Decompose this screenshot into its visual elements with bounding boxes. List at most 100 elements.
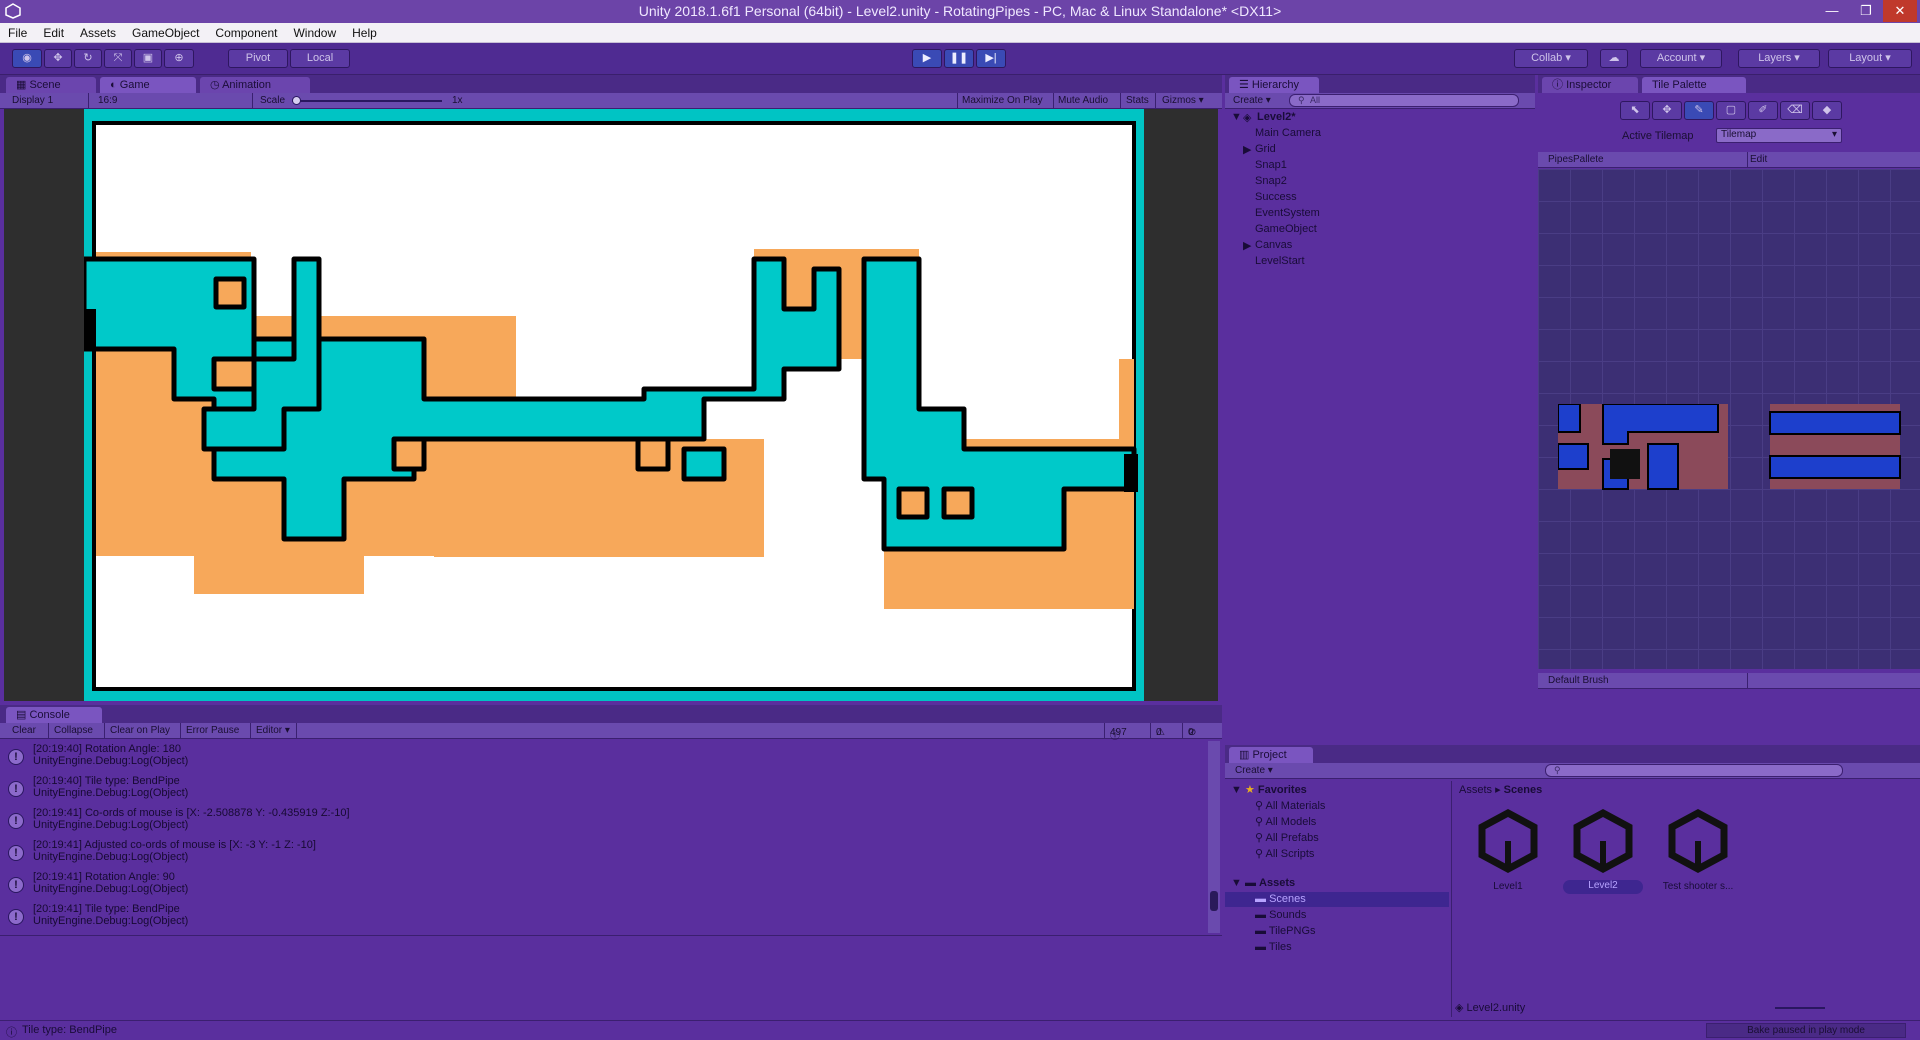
- hierarchy-item[interactable]: Canvas: [1255, 239, 1292, 251]
- move-tile-button[interactable]: ✥: [1652, 101, 1682, 120]
- hierarchy-item[interactable]: Grid: [1255, 143, 1276, 155]
- collab-button[interactable]: Collab ▾: [1514, 49, 1588, 68]
- menu-file[interactable]: File: [0, 23, 35, 40]
- cloud-button[interactable]: ☁: [1600, 49, 1628, 68]
- assets-row[interactable]: ▼ ▬ Assets: [1231, 877, 1295, 889]
- tab-animation[interactable]: ◷ Animation: [200, 77, 310, 93]
- picker-tool-button[interactable]: ✐: [1748, 101, 1778, 120]
- layout-dropdown[interactable]: Layout ▾: [1828, 49, 1912, 68]
- asset-file[interactable]: Test shooter s...: [1653, 809, 1743, 899]
- maximize-on-play-toggle[interactable]: Maximize On Play: [962, 95, 1043, 106]
- console-entry[interactable]: ! [20:19:40] Rotation Angle: 180 UnityEngi…: [0, 741, 1220, 773]
- hierarchy-item[interactable]: GameObject: [1255, 223, 1317, 235]
- folder-item[interactable]: ▬ Tiles: [1255, 941, 1292, 953]
- menu-help[interactable]: Help: [344, 23, 385, 40]
- console-entry[interactable]: ! [20:19:41] Rotation Angle: 90 UnityEngin…: [0, 869, 1220, 901]
- paint-tool-button[interactable]: ✎: [1684, 101, 1714, 120]
- tab-scene[interactable]: ▦ Scene: [6, 77, 96, 93]
- box-fill-button[interactable]: ▢: [1716, 101, 1746, 120]
- hierarchy-item[interactable]: LevelStart: [1255, 255, 1305, 267]
- folder-item[interactable]: ▬ TilePNGs: [1255, 925, 1316, 937]
- hierarchy-item[interactable]: EventSystem: [1255, 207, 1320, 219]
- console-entry[interactable]: ! [20:19:41] Adjusted co-ords of mouse is…: [0, 837, 1220, 869]
- fill-tool-button[interactable]: ◆: [1812, 101, 1842, 120]
- console-editor-dropdown[interactable]: Editor ▾: [256, 725, 290, 736]
- account-dropdown[interactable]: Account ▾: [1640, 49, 1722, 68]
- transform-tool-button[interactable]: ⊕: [164, 49, 194, 68]
- active-tilemap-dropdown[interactable]: Tilemap ▾: [1716, 128, 1842, 143]
- menu-window[interactable]: Window: [285, 23, 344, 40]
- console-entry[interactable]: ! [20:19:40] Tile type: BendPipe UnityEngi…: [0, 773, 1220, 805]
- console-clear-button[interactable]: Clear: [12, 725, 36, 736]
- asset-file-selected[interactable]: Level2: [1563, 809, 1643, 899]
- icon-size-slider[interactable]: [1775, 1007, 1825, 1009]
- project-create-button[interactable]: Create ▾: [1235, 765, 1273, 776]
- hierarchy-item[interactable]: Success: [1255, 191, 1297, 203]
- hierarchy-search-input[interactable]: ⚲ All: [1289, 94, 1519, 107]
- hierarchy-item[interactable]: Main Camera: [1255, 127, 1321, 139]
- status-message[interactable]: Tile type: BendPipe: [22, 1024, 117, 1036]
- palette-dropdown[interactable]: PipesPallete: [1548, 154, 1604, 165]
- favorites-row[interactable]: ▼ ★ Favorites: [1231, 783, 1307, 796]
- step-button[interactable]: ▶|: [976, 49, 1006, 68]
- console-scrollbar[interactable]: [1208, 741, 1220, 933]
- local-toggle[interactable]: Local: [290, 49, 350, 68]
- tab-project[interactable]: ▥ Project: [1229, 747, 1313, 763]
- scale-slider[interactable]: [292, 100, 442, 102]
- maximize-button[interactable]: ❐: [1849, 0, 1883, 22]
- expand-arrow-icon[interactable]: ▶: [1243, 239, 1251, 252]
- pause-button[interactable]: ❚❚: [944, 49, 974, 68]
- scale-slider-handle[interactable]: [292, 96, 301, 105]
- console-clear-on-play-toggle[interactable]: Clear on Play: [110, 725, 170, 736]
- palette-edit-button[interactable]: Edit: [1750, 154, 1767, 165]
- select-tool-button[interactable]: ⬉: [1620, 101, 1650, 120]
- breadcrumb-item[interactable]: Assets: [1459, 784, 1492, 796]
- gizmos-dropdown[interactable]: Gizmos ▾: [1162, 95, 1204, 106]
- console-scroll-thumb[interactable]: [1210, 891, 1218, 911]
- aspect-dropdown[interactable]: 16:9: [98, 95, 117, 106]
- tab-game[interactable]: ◐ Game: [100, 77, 196, 93]
- console-error-pause-toggle[interactable]: Error Pause: [186, 725, 239, 736]
- eraser-tool-button[interactable]: ⌫: [1780, 101, 1810, 120]
- favorite-item[interactable]: ⚲ All Prefabs: [1255, 831, 1319, 844]
- menu-edit[interactable]: Edit: [35, 23, 72, 40]
- project-splitter[interactable]: [1451, 781, 1452, 1017]
- menu-assets[interactable]: Assets: [72, 23, 124, 40]
- favorite-item[interactable]: ⚲ All Scripts: [1255, 847, 1314, 860]
- stats-toggle[interactable]: Stats: [1126, 95, 1149, 106]
- folder-item[interactable]: ▬ Scenes: [1255, 893, 1306, 905]
- layers-dropdown[interactable]: Layers ▾: [1738, 49, 1820, 68]
- expand-arrow-icon[interactable]: ▶: [1243, 143, 1251, 156]
- console-collapse-button[interactable]: Collapse: [54, 725, 93, 736]
- console-entry[interactable]: ! [20:19:41] Tile type: BendPipe UnityEngi…: [0, 901, 1220, 933]
- tab-tile-palette[interactable]: Tile Palette: [1642, 77, 1746, 93]
- mute-audio-toggle[interactable]: Mute Audio: [1058, 95, 1108, 106]
- rotate-tool-button[interactable]: ↻: [74, 49, 102, 68]
- hierarchy-create-button[interactable]: Create ▾: [1233, 95, 1271, 106]
- view-tool-button[interactable]: ◉: [12, 49, 42, 68]
- menu-component[interactable]: Component: [207, 23, 285, 40]
- folder-item[interactable]: ▬ Sounds: [1255, 909, 1306, 921]
- rect-tool-button[interactable]: ▣: [134, 49, 162, 68]
- display-dropdown[interactable]: Display 1: [12, 95, 53, 106]
- tab-hierarchy[interactable]: ☰ Hierarchy: [1229, 77, 1319, 93]
- palette-grid[interactable]: [1538, 169, 1920, 669]
- console-entry[interactable]: ! [20:19:41] Co-ords of mouse is [X: -2.5…: [0, 805, 1220, 837]
- close-button[interactable]: ✕: [1883, 0, 1917, 22]
- favorite-item[interactable]: ⚲ All Models: [1255, 815, 1316, 828]
- favorite-item[interactable]: ⚲ All Materials: [1255, 799, 1325, 812]
- tab-inspector[interactable]: ⓘ Inspector: [1542, 77, 1638, 93]
- tab-console[interactable]: ▤ Console: [6, 707, 102, 723]
- project-search-input[interactable]: ⚲: [1545, 764, 1843, 777]
- asset-file[interactable]: Level1: [1473, 809, 1543, 899]
- breadcrumb-item[interactable]: Scenes: [1504, 784, 1543, 796]
- game-viewport[interactable]: [4, 109, 1218, 701]
- hierarchy-item[interactable]: Snap1: [1255, 159, 1287, 171]
- brush-dropdown[interactable]: Default Brush: [1548, 675, 1609, 686]
- scale-tool-button[interactable]: ⤧: [104, 49, 132, 68]
- pivot-toggle[interactable]: Pivot: [228, 49, 288, 68]
- menu-gameobject[interactable]: GameObject: [124, 23, 207, 40]
- minimize-button[interactable]: —: [1815, 0, 1849, 22]
- hierarchy-item[interactable]: Snap2: [1255, 175, 1287, 187]
- play-button[interactable]: ▶: [912, 49, 942, 68]
